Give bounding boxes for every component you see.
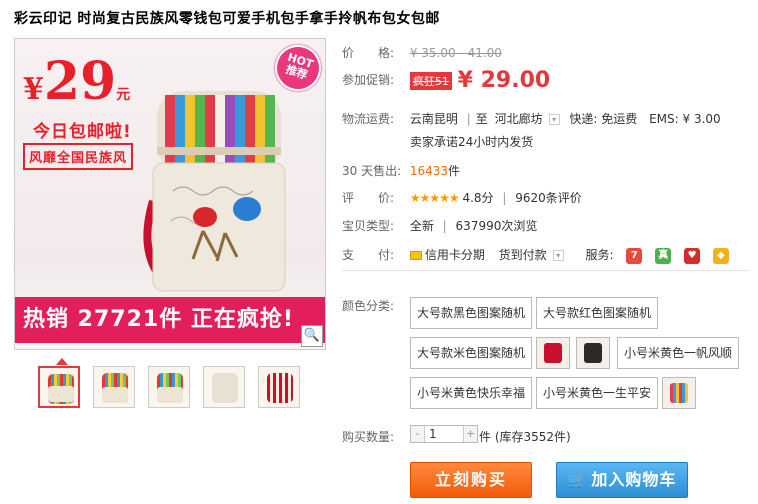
thumbnail-5[interactable] bbox=[258, 366, 300, 408]
cart-icon: 🛒 bbox=[567, 471, 588, 489]
image-promo-box: 风靡全国民族风 bbox=[23, 143, 134, 170]
quantity-stepper[interactable]: - 1 + bbox=[410, 425, 478, 443]
color-label: 颜色分类: bbox=[342, 299, 395, 313]
ems-fee: EMS: ¥ 3.00 bbox=[649, 112, 721, 126]
sales-count: 16433 bbox=[409, 164, 449, 178]
rating-score: 4.8分 bbox=[462, 191, 494, 205]
quantity-input[interactable]: 1 bbox=[424, 426, 464, 442]
payment-label: 支 付: bbox=[342, 248, 395, 262]
chevron-down-icon[interactable]: ▾ bbox=[552, 250, 564, 261]
color-option[interactable]: 大号款米色图案随机 bbox=[410, 337, 533, 369]
type-row: 宝贝类型: 全新 | 637990次浏览 bbox=[342, 219, 538, 233]
view-count: 637990次浏览 bbox=[455, 219, 538, 233]
genuine-guarantee-icon[interactable]: 真 bbox=[655, 247, 672, 264]
ship-to-city[interactable]: 河北廊坊 bbox=[495, 112, 543, 126]
thumbnail-1[interactable] bbox=[38, 366, 80, 408]
credit-card-icon bbox=[409, 251, 422, 260]
original-price: ¥ 35.00 - 41.00 bbox=[409, 46, 502, 60]
promotion-label: 参加促销: bbox=[342, 73, 395, 87]
color-option-image-red[interactable] bbox=[536, 337, 570, 369]
rating-label: 评 价: bbox=[342, 191, 395, 205]
thumbnail-4[interactable] bbox=[203, 366, 245, 408]
seven-day-return-icon[interactable]: 7 bbox=[626, 247, 643, 264]
color-option[interactable]: 小号米黄色一帆风顺 bbox=[617, 337, 740, 369]
type-label: 宝贝类型: bbox=[342, 219, 395, 233]
sales-banner: 热销 27721件 正在疯抢! bbox=[15, 297, 325, 343]
heart-service-icon[interactable]: ♥ bbox=[684, 247, 701, 264]
cash-on-delivery-link[interactable]: 货到付款 bbox=[499, 248, 547, 262]
color-option[interactable]: 大号款红色图案随机 bbox=[536, 297, 659, 329]
price-row: 价 格: ¥ 35.00 - 41.00 bbox=[342, 44, 502, 61]
buy-now-button[interactable]: 立刻购买 bbox=[410, 462, 532, 498]
express-fee: 快递: 免运费 bbox=[569, 112, 638, 126]
increment-button[interactable]: + bbox=[464, 426, 477, 442]
chevron-down-icon[interactable]: ▾ bbox=[548, 114, 560, 125]
item-condition: 全新 bbox=[409, 219, 434, 233]
product-title: 彩云印记 时尚复古民族风零钱包可爱手机包手拿手拎帆布包女包邮 bbox=[14, 11, 440, 27]
color-option[interactable]: 小号米黄色快乐幸福 bbox=[410, 377, 533, 409]
product-bag-illustration bbox=[143, 91, 286, 292]
sales-row: 30 天售出: 16433件 bbox=[342, 162, 460, 179]
promotion-row: 参加促销: 疯狂51 ¥ 29.00 bbox=[342, 68, 550, 93]
service-label: 服务: bbox=[585, 248, 614, 262]
rating-stars: ★★★★★ bbox=[409, 191, 460, 205]
image-promo-line: 今日包邮啦! bbox=[33, 122, 132, 142]
add-to-cart-button[interactable]: 🛒 加入购物车 bbox=[556, 462, 688, 498]
color-option-image-black[interactable] bbox=[576, 337, 610, 369]
credit-installment-link[interactable]: 信用卡分期 bbox=[425, 248, 485, 262]
review-count-link[interactable]: 9620条评价 bbox=[515, 191, 582, 205]
thumbnail-3[interactable] bbox=[148, 366, 190, 408]
ship-from: 云南昆明 bbox=[409, 112, 458, 126]
rating-row: 评 价: ★★★★★ 4.8分 | 9620条评价 bbox=[342, 191, 582, 205]
section-divider bbox=[342, 270, 750, 271]
sales-label: 30 天售出: bbox=[342, 164, 402, 178]
promotion-price: ¥ 29.00 bbox=[457, 68, 551, 93]
color-option-image-beige[interactable] bbox=[662, 377, 696, 409]
image-price-tag: ¥29元 bbox=[23, 51, 131, 112]
sales-unit: 件 bbox=[448, 164, 461, 178]
shipping-label: 物流运费: bbox=[342, 112, 395, 126]
thumbnail-caret bbox=[56, 358, 68, 365]
decrement-button[interactable]: - bbox=[411, 426, 424, 442]
thumbnail-strip bbox=[38, 366, 300, 408]
main-product-image[interactable]: ¥29元 今日包邮啦! 风靡全国民族风 HOT 推荐 热销 27721件 正在疯… bbox=[14, 38, 326, 350]
shipping-row: 物流运费: 云南昆明 | 至 河北廊坊 ▾ 快递: 免运费 EMS: ¥ 3.00 bbox=[342, 112, 721, 126]
magnifier-icon[interactable]: 🔍 bbox=[301, 325, 323, 347]
ship-to-prefix: 至 bbox=[475, 112, 488, 126]
add-to-cart-label: 加入购物车 bbox=[591, 470, 677, 489]
ship-promise: 卖家承诺24小时内发货 bbox=[410, 135, 534, 149]
payment-row: 支 付: 信用卡分期 货到付款 ▾ 服务: 7 真 ♥ ◆ bbox=[342, 246, 729, 264]
thumbnail-2[interactable] bbox=[93, 366, 135, 408]
shield-guarantee-icon[interactable]: ◆ bbox=[712, 247, 729, 264]
stock-info: 件 (库存3552件) bbox=[479, 430, 571, 444]
color-option[interactable]: 小号米黄色一生平安 bbox=[536, 377, 659, 409]
price-label: 价 格: bbox=[342, 46, 395, 60]
promotion-tag: 疯狂51 bbox=[409, 71, 452, 90]
quantity-label: 购买数量: bbox=[342, 430, 395, 444]
color-option[interactable]: 大号款黑色图案随机 bbox=[410, 297, 533, 329]
